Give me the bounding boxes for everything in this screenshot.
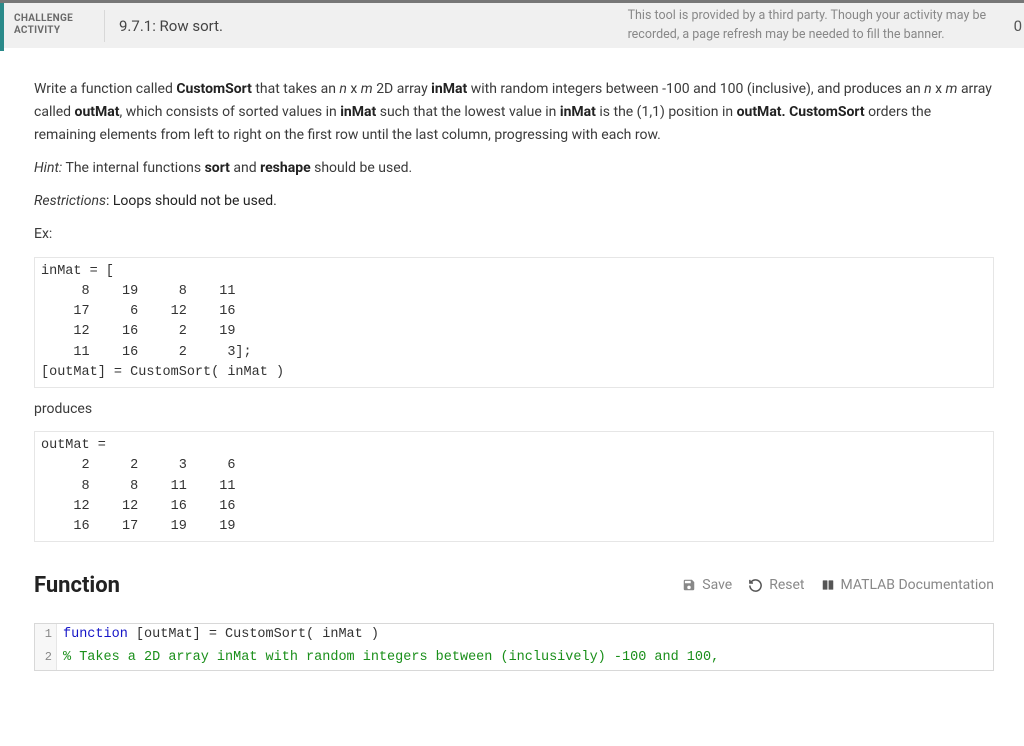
problem-description: Write a function called CustomSort that … — [34, 78, 994, 147]
score-value: 0 — [1008, 17, 1024, 35]
line-number: 1 — [35, 624, 57, 647]
produces-label: produces — [34, 398, 994, 421]
save-label: Save — [702, 574, 732, 597]
save-icon — [682, 578, 696, 592]
reset-button[interactable]: Reset — [748, 574, 804, 597]
function-section-header: Function Save Reset MATLAB Documentation — [34, 568, 994, 604]
code-text[interactable]: % Takes a 2D array inMat with random int… — [57, 647, 725, 670]
reset-label: Reset — [769, 574, 804, 597]
editor-toolbar: Save Reset MATLAB Documentation — [682, 574, 994, 597]
doc-icon — [821, 578, 835, 592]
problem-content: Write a function called CustomSort that … — [0, 48, 1024, 671]
code-text[interactable]: function [outMat] = CustomSort( inMat ) — [57, 624, 385, 647]
code-line[interactable]: 2 % Takes a 2D array inMat with random i… — [35, 647, 993, 670]
activity-title: 9.7.1: Row sort. — [104, 10, 354, 42]
challenge-badge-line2: ACTIVITY — [14, 25, 60, 36]
challenge-badge: CHALLENGE ACTIVITY — [4, 3, 104, 48]
line-number: 2 — [35, 647, 57, 670]
example-label: Ex: — [34, 223, 994, 246]
doc-label: MATLAB Documentation — [841, 574, 995, 597]
challenge-badge-line1: CHALLENGE — [14, 13, 73, 24]
hint-text: Hint: The internal functions sort and re… — [34, 157, 994, 180]
third-party-disclaimer: This tool is provided by a third party. … — [628, 7, 1008, 43]
reset-icon — [748, 578, 763, 593]
matlab-doc-link[interactable]: MATLAB Documentation — [821, 574, 995, 597]
restrictions-text: Restrictions: Loops should not be used. — [34, 190, 994, 213]
example-output-block: outMat = 2 2 3 6 8 8 11 11 12 12 16 16 1… — [34, 431, 994, 542]
function-heading: Function — [34, 568, 120, 604]
code-editor[interactable]: 1 function [outMat] = CustomSort( inMat … — [34, 623, 994, 671]
save-button[interactable]: Save — [682, 574, 732, 597]
code-line[interactable]: 1 function [outMat] = CustomSort( inMat … — [35, 624, 993, 647]
example-input-block: inMat = [ 8 19 8 11 17 6 12 16 12 16 2 1… — [34, 257, 994, 389]
activity-header: CHALLENGE ACTIVITY 9.7.1: Row sort. This… — [0, 0, 1024, 48]
